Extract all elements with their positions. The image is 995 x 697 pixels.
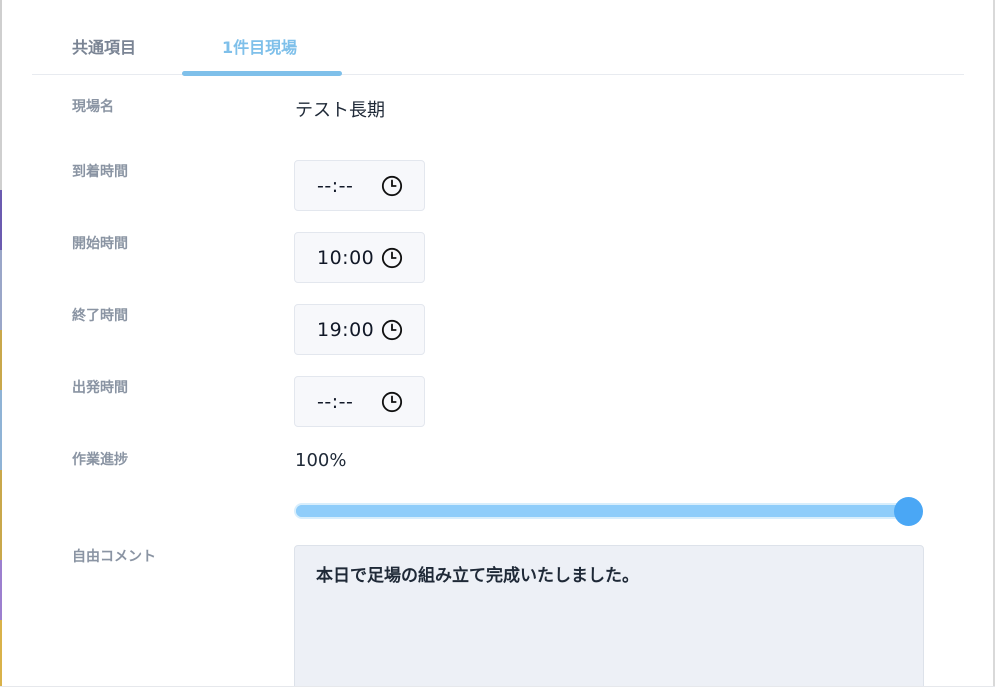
comment-textarea[interactable]: 本日で足場の組み立て完成いたしました。 [294,545,924,697]
progress-value: 100% [295,450,347,471]
tab-common-items[interactable]: 共通項目 [72,34,136,58]
left-window-edge [0,0,2,697]
active-tab-indicator [182,71,342,76]
start-time-input[interactable]: 10:00 [294,232,425,283]
clock-icon[interactable] [381,319,403,341]
site-name-label: 現場名 [72,99,114,115]
start-time-value: 10:00 [317,247,375,269]
progress-slider-fill [296,505,908,517]
site-name-value: テスト長期 [295,100,385,121]
departure-time-label: 出発時間 [72,380,128,396]
end-time-label: 終了時間 [72,308,128,324]
comment-label: 自由コメント [72,549,156,565]
site-report-form: 共通項目 1件目現場 現場名 テスト長期 到着時間 --:-- 開始時間 10:… [0,0,995,697]
progress-slider-track[interactable] [296,505,908,517]
end-time-value: 19:00 [317,319,375,341]
departure-time-input[interactable]: --:-- [294,376,425,427]
start-time-label: 開始時間 [72,236,128,252]
tab-bar: 共通項目 1件目現場 [32,18,964,76]
clock-icon[interactable] [381,175,403,197]
clock-icon[interactable] [381,391,403,413]
progress-label: 作業進捗 [72,452,128,468]
progress-slider-thumb[interactable] [894,497,923,526]
bottom-window-edge [0,686,995,697]
arrival-time-label: 到着時間 [72,164,128,180]
clock-icon[interactable] [381,247,403,269]
end-time-input[interactable]: 19:00 [294,304,425,355]
tab-site-1[interactable]: 1件目現場 [222,34,297,58]
departure-time-value: --:-- [317,391,354,413]
arrival-time-value: --:-- [317,175,354,197]
arrival-time-input[interactable]: --:-- [294,160,425,211]
comment-text: 本日で足場の組み立て完成いたしました。 [316,566,639,586]
